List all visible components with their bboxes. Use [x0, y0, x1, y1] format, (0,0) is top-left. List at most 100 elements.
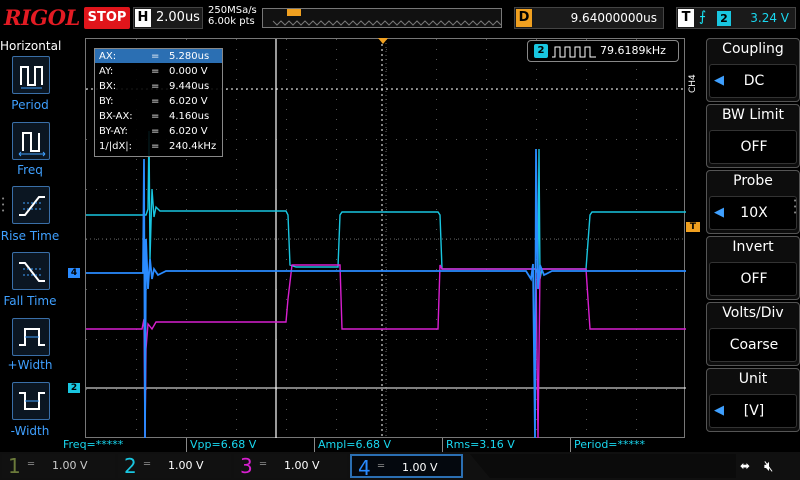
neg-width-icon	[19, 392, 45, 410]
memory-depth: 6.00k pts	[208, 16, 255, 27]
delay-display[interactable]: D 9.64000000us	[514, 7, 664, 29]
channel-3-button[interactable]: 3 ═ 1.00 V	[234, 454, 347, 478]
coupling-title: Coupling	[722, 41, 784, 57]
unit-value: [V]	[743, 403, 765, 419]
fall-time-icon	[19, 262, 45, 282]
coupling-value: DC	[743, 73, 765, 89]
volts-div-title: Volts/Div	[722, 305, 784, 321]
channel-2-button[interactable]: 2 ═ 1.00 V	[118, 454, 231, 478]
menu-page-dots: • • •	[793, 197, 798, 217]
ch4-offset-marker[interactable]: 4	[68, 268, 80, 278]
rise-time-icon	[19, 196, 45, 216]
cursor-readout-panel[interactable]: AX: = 5.280us AY: = 0.000 V BX: = 9.440us BY: =…	[94, 48, 223, 157]
coupling-icon: ═	[260, 459, 267, 470]
channel-scale: 1.00 V	[284, 459, 320, 472]
freq-label: Freq	[17, 163, 43, 177]
memory-position-bar[interactable]	[262, 8, 502, 28]
coupling-icon: ═	[144, 459, 151, 470]
horizontal-measure-menu: Horizontal Period Freq Rise Time Fall Ti…	[0, 38, 62, 438]
channel-number: 3	[240, 454, 253, 478]
cursor-row-bx-ax: BX-AX: = 4.160us	[99, 111, 210, 122]
probe-value: 10X	[740, 205, 768, 221]
fall-time-label: Fall Time	[3, 294, 57, 308]
brand-logo: RIGOL	[4, 5, 80, 30]
cursor-row-bx: BX: = 9.440us	[99, 81, 210, 92]
counter-value: 79.6189kHz	[600, 44, 666, 57]
delay-value: 9.64000000us	[570, 11, 657, 25]
freq-button[interactable]	[12, 122, 50, 160]
period-icon	[20, 66, 43, 89]
fall-time-button[interactable]	[12, 252, 50, 290]
channel-1-button[interactable]: 1 ═ 1.00 V	[2, 454, 115, 478]
trigger-display[interactable]: T ⨍ 2 3.24 V	[676, 7, 796, 29]
coupling-menu-item[interactable]: Coupling ◀ DC	[706, 38, 800, 102]
trigger-time-marker	[378, 38, 388, 44]
neg-width-label: -Width	[10, 424, 50, 438]
bw-limit-value: OFF	[740, 139, 768, 155]
speaker-muted-icon[interactable]: 🔇︎	[764, 457, 773, 475]
run-stop-button[interactable]: STOP	[84, 7, 130, 29]
probe-title: Probe	[733, 173, 773, 189]
channel-number: 1	[8, 454, 21, 478]
trigger-position-marker	[287, 9, 301, 16]
bw-limit-title: BW Limit	[721, 107, 785, 123]
coupling-icon: ═	[378, 461, 385, 472]
square-wave-icon	[552, 46, 596, 58]
trigger-level: 3.24 V	[750, 11, 789, 25]
timebase-tag: H	[135, 9, 151, 27]
cursor-row-inv-dx: 1/|dX|: = 240.4kHz	[99, 141, 217, 152]
cursor-row-by-ay: BY-AY: = 6.020 V	[99, 126, 208, 137]
meas-freq[interactable]: Freq=*****	[60, 438, 123, 452]
volts-div-menu-item[interactable]: Volts/Div Coarse	[706, 302, 800, 366]
meas-period[interactable]: Period=*****	[570, 438, 645, 452]
channel-scale: 1.00 V	[168, 459, 204, 472]
cursor-row-ay: AY: = 0.000 V	[99, 66, 208, 77]
channel-number: 4	[358, 456, 371, 480]
probe-menu-item[interactable]: Probe ◀ 10X	[706, 170, 800, 234]
channel-scale: 1.00 V	[52, 459, 88, 472]
acquisition-info: 250MSa/s 6.00k pts	[208, 5, 257, 27]
delay-tag: D	[516, 9, 532, 27]
meas-rms[interactable]: Rms=3.16 V	[442, 438, 515, 452]
timebase-display[interactable]: H 2.00us	[133, 7, 203, 29]
rise-time-label: Rise Time	[0, 229, 60, 243]
frequency-counter[interactable]: 2 79.6189kHz	[527, 40, 679, 62]
invert-value: OFF	[740, 271, 768, 287]
pos-width-label: +Width	[7, 358, 53, 372]
channel-number: 2	[124, 454, 137, 478]
counter-source: 2	[534, 44, 548, 58]
invert-title: Invert	[732, 239, 774, 255]
ch2-offset-marker[interactable]: 2	[68, 383, 80, 393]
menu-page-dots: • • •	[1, 195, 6, 215]
sample-rate: 250MSa/s	[208, 5, 257, 16]
timebase-value: 2.00us	[156, 10, 200, 25]
cursor-row-by: BY: = 6.020 V	[99, 96, 208, 107]
channel-status-bar: 1 ═ 1.00 V 2 ═ 1.00 V 3 ═ 1.00 V 4 ═ 1.0…	[0, 452, 800, 480]
channel-tab: CH4	[688, 74, 698, 94]
top-status-bar: RIGOL STOP H 2.00us 250MSa/s 6.00k pts D…	[0, 0, 800, 38]
channel-settings-menu: Coupling ◀ DC BW Limit OFF Probe ◀ 10X Inv…	[704, 38, 800, 438]
neg-width-button[interactable]	[12, 382, 50, 420]
coupling-icon: ═	[28, 459, 35, 470]
unit-menu-item[interactable]: Unit ◀ [V]	[706, 368, 800, 432]
channel-bar-decor	[470, 454, 736, 478]
trigger-source: 2	[717, 11, 731, 26]
meas-vpp[interactable]: Vpp=6.68 V	[186, 438, 256, 452]
pos-width-button[interactable]	[12, 318, 50, 356]
meas-ampl[interactable]: Ampl=6.68 V	[314, 438, 391, 452]
pos-width-icon	[19, 328, 45, 346]
trigger-level-marker[interactable]: T	[686, 222, 700, 232]
measurement-bar: Freq=***** Vpp=6.68 V Ampl=6.68 V Rms=3.…	[58, 438, 685, 452]
rise-time-button[interactable]	[12, 186, 50, 224]
unit-title: Unit	[738, 371, 768, 387]
channel-4-button[interactable]: 4 ═ 1.00 V	[350, 454, 463, 480]
bw-limit-menu-item[interactable]: BW Limit OFF	[706, 104, 800, 168]
period-label: Period	[11, 98, 49, 112]
channel-scale: 1.00 V	[402, 461, 438, 474]
usb-icon: ⬌	[740, 459, 751, 473]
menu-title: Horizontal	[0, 39, 62, 53]
volts-div-value: Coarse	[729, 337, 779, 353]
period-button[interactable]	[12, 56, 50, 94]
invert-menu-item[interactable]: Invert OFF	[706, 236, 800, 300]
freq-icon	[18, 132, 46, 157]
